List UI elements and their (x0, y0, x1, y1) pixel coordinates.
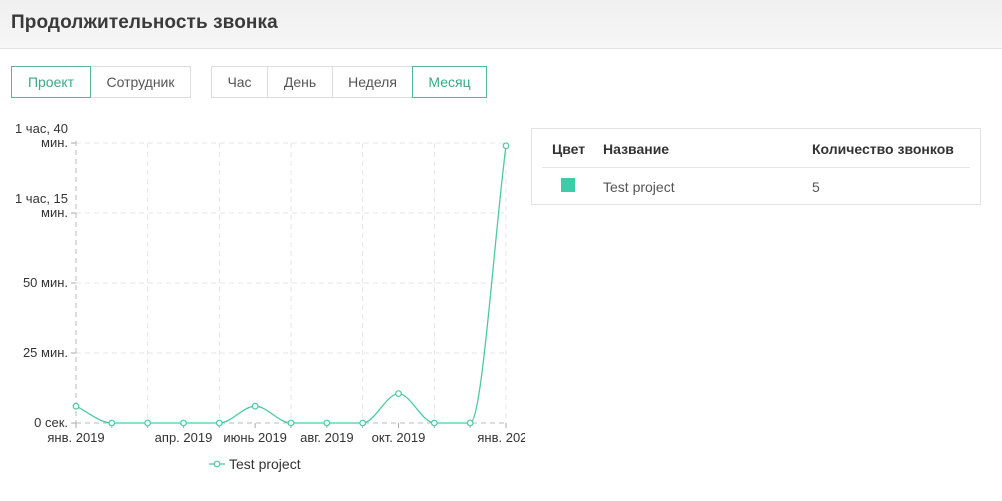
page-title: Продолжительность звонка (11, 12, 278, 33)
y-tick-label: 0 сек. (34, 415, 68, 430)
period-week-button[interactable]: Неделя (332, 66, 413, 98)
data-point (251, 402, 259, 410)
page: Продолжительность звонка Проект Сотрудни… (0, 0, 1002, 501)
legend-series-label: Test project (229, 456, 301, 472)
x-tick-label: окт. 2019 (372, 430, 426, 445)
groupby-employee-button[interactable]: Сотрудник (90, 66, 191, 98)
y-tick-label: 25 мин. (23, 345, 68, 360)
data-point (287, 419, 295, 427)
groupby-button-group: Проект Сотрудник (11, 66, 191, 98)
data-point (359, 419, 367, 427)
data-point (323, 419, 331, 427)
x-tick-label: апр. 2019 (155, 430, 213, 445)
data-point (108, 419, 116, 427)
legend-table: Цвет Название Количество звонков Test pr… (531, 128, 981, 205)
x-tick-label: авг. 2019 (300, 430, 353, 445)
period-day-button[interactable]: День (267, 66, 333, 98)
x-tick-label: янв. 2020 (477, 430, 525, 445)
data-point (72, 402, 80, 410)
y-tick-label: 1 час, 40 (15, 121, 68, 136)
y-tick-label: 1 час, 15 (15, 191, 68, 206)
legend-header-divider (542, 167, 970, 168)
legend-row-color-swatch (561, 178, 575, 192)
data-point (466, 419, 474, 427)
legend-row-name: Test project (603, 179, 675, 195)
y-tick-label: 50 мин. (23, 275, 68, 290)
y-tick-label: мин. (41, 205, 68, 220)
groupby-project-button[interactable]: Проект (11, 66, 91, 98)
call-duration-chart: 0 сек.25 мин.50 мин.1 час, 15мин.1 час, … (15, 121, 525, 472)
data-point (215, 419, 223, 427)
period-hour-button[interactable]: Час (211, 66, 268, 98)
y-tick-label: мин. (41, 135, 68, 150)
period-button-group: Час День Неделя Месяц (211, 66, 487, 98)
x-tick-label: янв. 2019 (47, 430, 104, 445)
data-point (180, 419, 187, 427)
page-header: Продолжительность звонка (0, 0, 1002, 49)
data-point (430, 419, 438, 427)
x-tick-label: июнь 2019 (223, 430, 287, 445)
data-point (502, 142, 510, 150)
period-month-button[interactable]: Месяц (412, 66, 487, 98)
legend-header-count: Количество звонков (812, 141, 954, 157)
legend-header-name: Название (603, 141, 670, 157)
data-point (395, 390, 402, 398)
legend-header-color: Цвет (552, 141, 586, 157)
data-point (144, 419, 152, 427)
legend-point-marker (213, 460, 221, 468)
legend-row-count: 5 (812, 179, 820, 195)
